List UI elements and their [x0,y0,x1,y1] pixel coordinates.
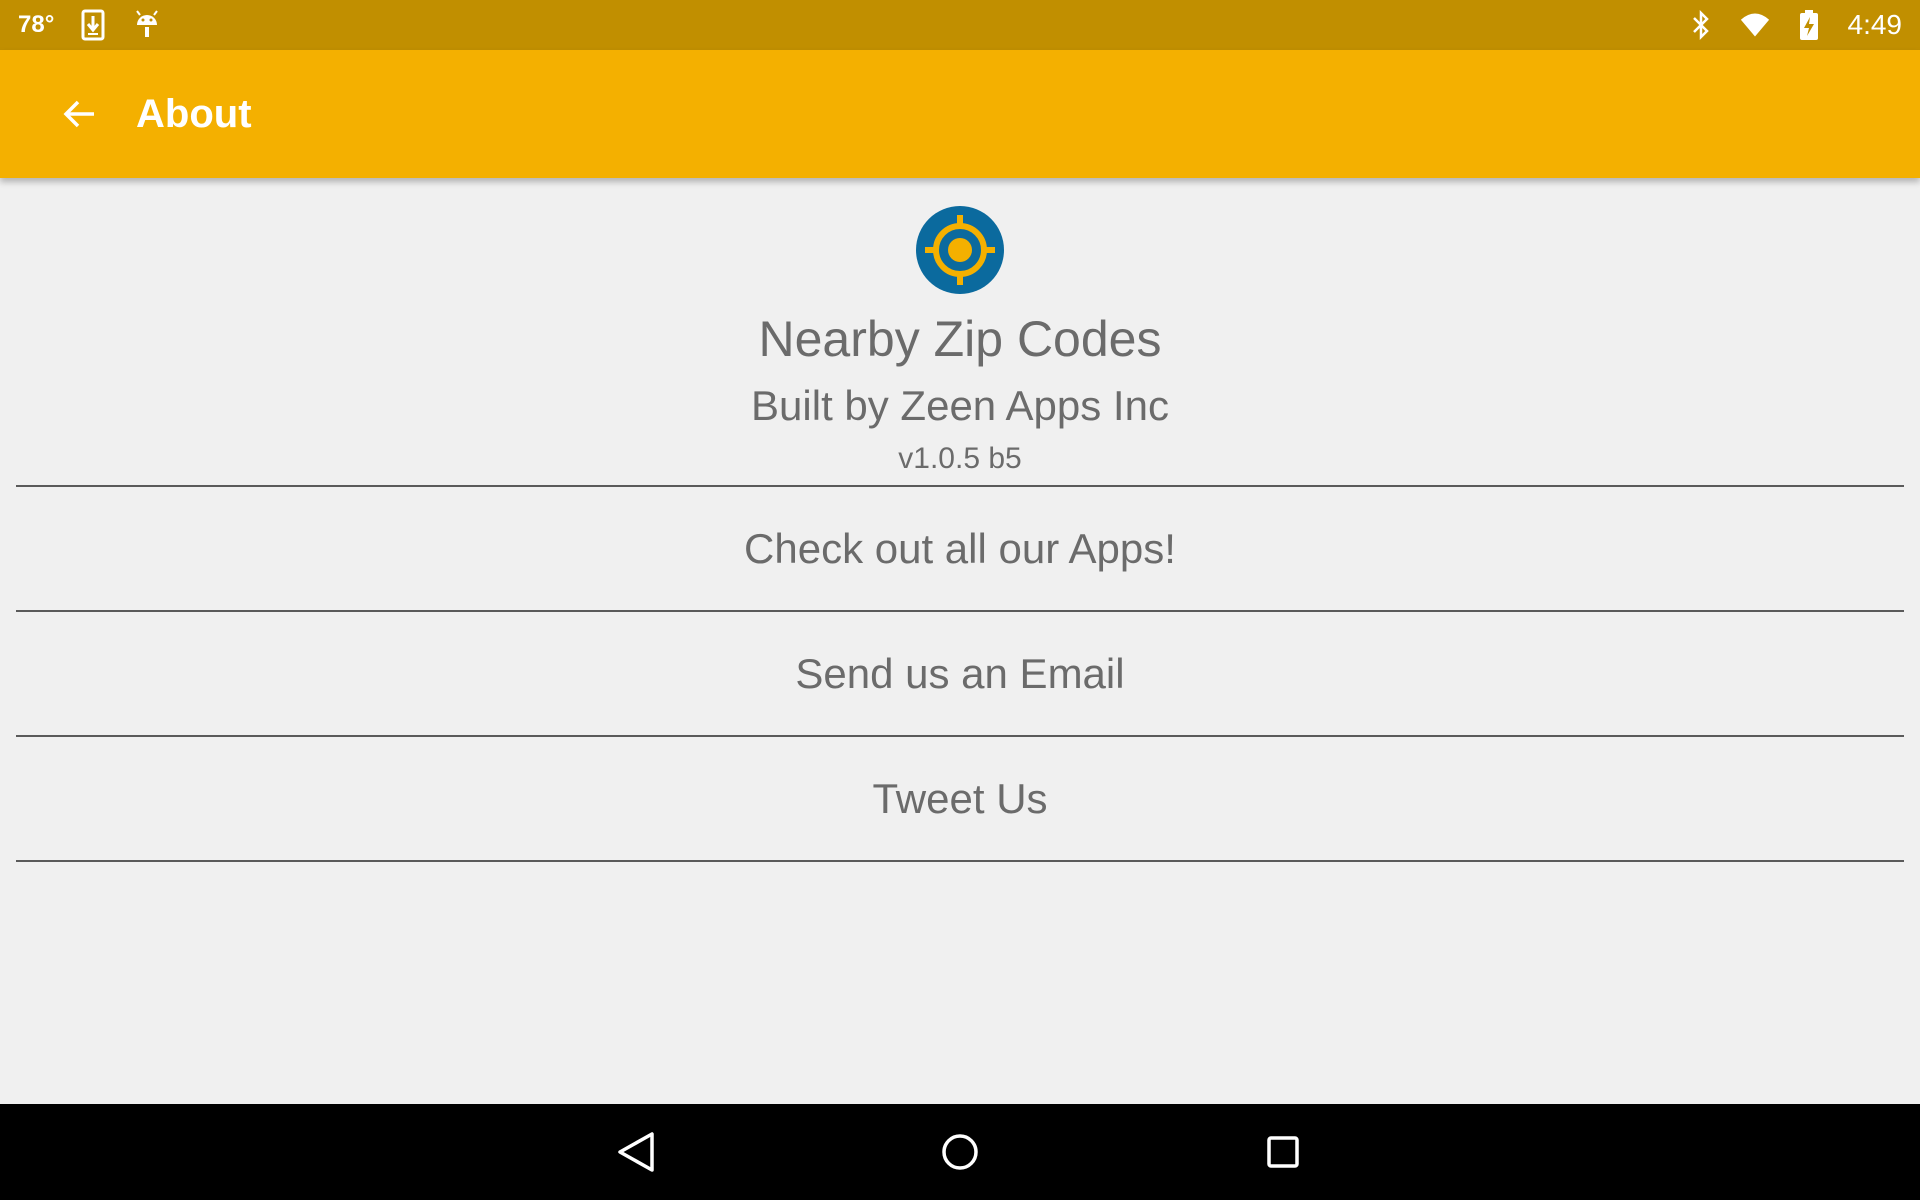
android-icon [132,9,162,41]
clock-text: 4:49 [1847,9,1903,40]
arrow-back-icon [63,100,94,128]
status-bar: 78° 4:49 [0,0,1920,50]
check-apps-button[interactable]: Check out all our Apps! [16,487,1904,610]
nav-recents-icon [1267,1136,1299,1168]
target-crosshair-icon [915,205,1005,295]
bluetooth-icon [1686,9,1716,41]
nav-home-button[interactable] [930,1122,990,1182]
tweet-us-button[interactable]: Tweet Us [16,737,1904,860]
divider [16,860,1904,862]
nav-home-icon [942,1134,978,1170]
page-title: About [136,91,252,136]
back-button[interactable] [40,74,120,154]
app-author: Built by Zeen Apps Inc [751,382,1169,429]
nav-back-icon [618,1132,654,1172]
battery-charging-icon [1794,9,1824,41]
about-content: Nearby Zip Codes Built by Zeen Apps Inc … [0,178,1920,1104]
nav-recents-button[interactable] [1253,1122,1313,1182]
nav-back-button[interactable] [606,1122,666,1182]
wifi-icon [1740,9,1770,41]
status-left: 78° [18,9,162,41]
about-screen: 78° 4:49 About Nearby Zip Codes Built by… [0,0,1920,1200]
navigation-bar [0,1104,1920,1200]
download-icon [78,9,108,41]
app-bar: About [0,50,1920,178]
app-name: Nearby Zip Codes [758,311,1162,367]
app-version: v1.0.5 b5 [898,442,1022,475]
send-email-button[interactable]: Send us an Email [16,612,1904,735]
temperature-text: 78° [18,11,55,38]
status-right: 4:49 [1686,9,1903,41]
